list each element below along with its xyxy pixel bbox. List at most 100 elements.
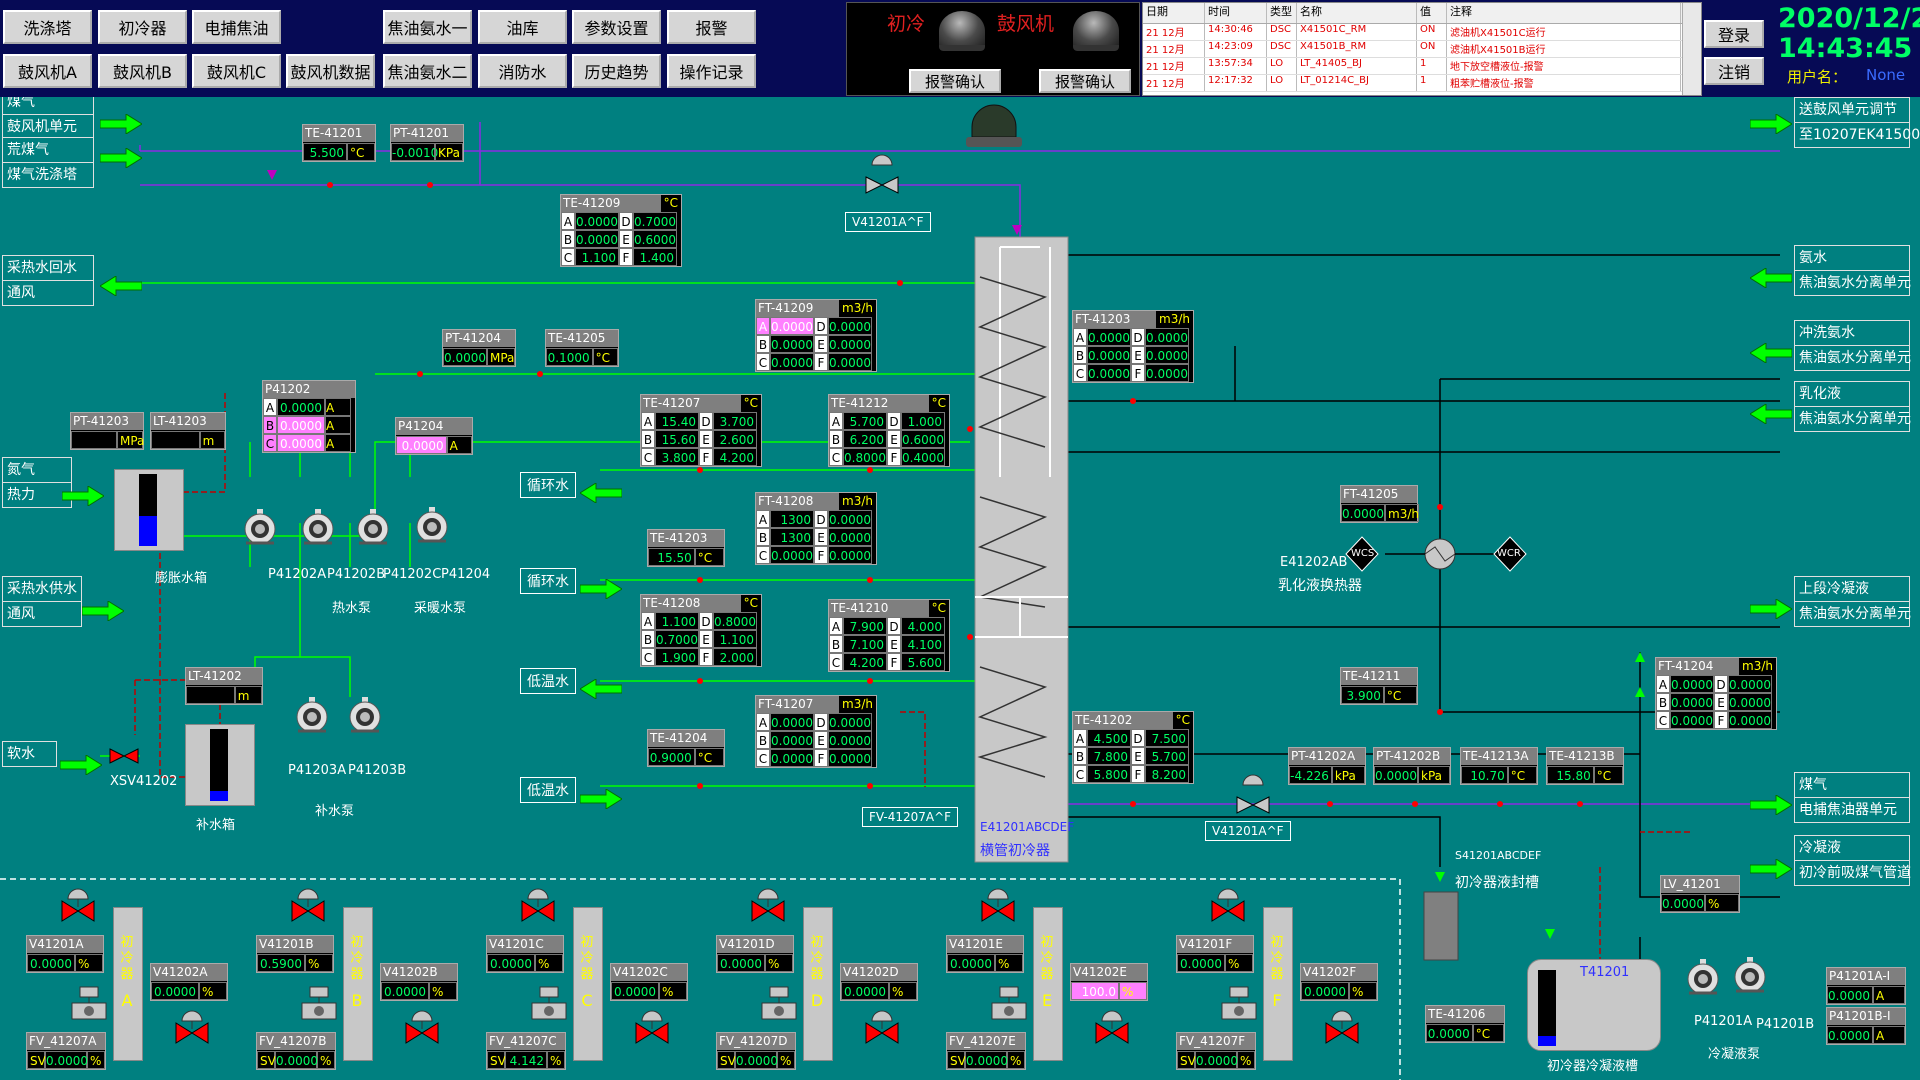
log-row[interactable]: 21 12月 13:57:34 LO LT_41405_BJ 1 地下放空槽液位-报警 [1143,58,1701,75]
log-row[interactable]: 21 12月 14:23:09 DSC X41501B_RM ON 滤油机X41501B运… [1143,41,1701,58]
tag-v41202b[interactable]: V41202B 0.0000% [380,963,458,1001]
grid-te41208[interactable]: TE-41208 °C A 1.100 D 0.8000 B 0.7000 E 1.100 C 1.9… [640,594,762,667]
valve-icon[interactable] [632,1009,672,1045]
valve-icon[interactable] [58,887,98,923]
control-valve-icon[interactable] [758,985,800,1023]
grid-ft41207[interactable]: FT-41207 m3/h A 0.0000 D 0.0000 B 0.0000 E 0.0000… [755,695,877,768]
tag-lv41201[interactable]: LV_41201 0.0000% [1660,875,1740,913]
nav-button-5[interactable]: 油库 [478,10,567,44]
valve-icon[interactable] [288,887,328,923]
grid-ft41203[interactable]: FT-41203 m3/h A 0.0000 D 0.0000 B 0.0000 E 0.0000… [1072,310,1194,383]
tag-lt41202[interactable]: LT-41202 m [185,667,263,705]
valve-icon[interactable] [978,887,1018,923]
valve-icon[interactable] [862,1009,902,1045]
valve-icon[interactable] [172,1009,212,1045]
tag-pt41202a[interactable]: PT-41202A -4.226 kPa [1288,747,1366,785]
tag-v41201d[interactable]: V41201D 0.0000% [716,935,794,973]
tag-v41202e[interactable]: V41202E 100.0% [1070,963,1148,1001]
valve-icon[interactable] [748,887,788,923]
tag-v41201f[interactable]: V41201F 0.0000% [1176,935,1254,973]
nav-button-row2-7[interactable]: 操作记录 [667,54,756,88]
valve-icon[interactable] [1322,1009,1362,1045]
control-valve-icon[interactable] [298,985,340,1023]
tag-p41201ai[interactable]: P41201A-I 0.0000 A [1826,967,1906,1005]
log-row[interactable]: 21 12月 12:17:32 LO LT_01214C_BJ 1 粗苯贮槽液位-报警 [1143,75,1701,92]
tag-te41213b[interactable]: TE-41213B 15.80 °C [1546,747,1624,785]
log-row[interactable]: 21 12月 14:30:46 DSC X41501C_RM ON 滤油机X41501C运… [1143,24,1701,41]
tag-pt41203[interactable]: PT-41203 MPa [70,412,144,450]
nav-button-row2-6[interactable]: 历史趋势 [572,54,661,88]
tag-v41202a[interactable]: V41202A 0.0000% [150,963,228,1001]
tag-ft41205[interactable]: FT-41205 0.0000 m3/h [1340,485,1419,523]
tag-v41202c[interactable]: V41202C 0.0000% [610,963,688,1001]
pump-icon[interactable] [300,507,336,547]
tag-te41201[interactable]: TE-41201 5.500 °C [302,124,376,162]
alarm-ack-button-2[interactable]: 报警确认 [1039,69,1131,93]
grid-p41202[interactable]: P41202 A 0.0000 A B 0.0000 A C 0.0000 A [262,380,356,453]
grid-ft41208[interactable]: FT-41208 m3/h A 1300 D 0.0000 B 1300 E 0.0000 C 0.0… [755,492,877,565]
tag-te41205[interactable]: TE-41205 0.1000 °C [545,329,619,367]
log-scrollbar[interactable] [1682,3,1701,95]
tag-fv_41207e[interactable]: FV_41207E SV 0.0000% [946,1032,1026,1070]
pump-icon[interactable] [1685,957,1721,997]
grid-te41210[interactable]: TE-41210 °C A 7.900 D 4.000 B 7.100 E 4.100 C 4.200… [828,599,950,672]
tag-pt41204[interactable]: PT-41204 0.0000 MPa [442,329,516,367]
nav-button-row2-5[interactable]: 消防水 [478,54,567,88]
valve-icon[interactable] [1092,1009,1132,1045]
tag-v41201a[interactable]: V41201A 0.0000% [26,935,104,973]
valve-icon[interactable] [402,1009,442,1045]
tag-te41206[interactable]: TE-41206 0.0000 °C [1425,1005,1505,1043]
pump-icon[interactable] [242,507,278,547]
tag-fv_41207b[interactable]: FV_41207B SV 0.0000% [256,1032,336,1070]
tag-p41204[interactable]: P41204 0.0000 A [395,417,473,455]
nav-button-1[interactable]: 初冷器 [98,10,187,44]
tag-v41201c[interactable]: V41201C 0.0000% [486,935,564,973]
pump-icon[interactable] [414,505,450,545]
grid-te41212[interactable]: TE-41212 °C A 5.700 D 1.000 B 6.200 E 0.6000 C 0.80… [828,394,950,467]
grid-te41209[interactable]: TE-41209 °C A 0.0000 D 0.7000 B 0.0000 E 0.6000 C 1… [560,194,682,267]
tag-v41201e[interactable]: V41201E 0.0000% [946,935,1024,973]
tag-v41201b[interactable]: V41201B 0.5900% [256,935,334,973]
login-button[interactable]: 登录 [1704,20,1764,48]
control-valve-icon[interactable] [68,985,110,1023]
nav-button-4[interactable]: 焦油氨水一 [383,10,472,44]
nav-button-row2-4[interactable]: 焦油氨水二 [383,54,472,88]
valve-icon[interactable] [518,887,558,923]
tag-te41213a[interactable]: TE-41213A 10.70 °C [1460,747,1538,785]
tag-v41202d[interactable]: V41202D 0.0000% [840,963,918,1001]
control-valve-icon[interactable] [988,985,1030,1023]
nav-button-row2-1[interactable]: 鼓风机B [98,54,187,88]
tag-fv_41207d[interactable]: FV_41207D SV 0.0000% [716,1032,796,1070]
grid-ft41209[interactable]: FT-41209 m3/h A 0.0000 D 0.0000 B 0.0000 E 0.0000… [755,299,877,372]
nav-button-2[interactable]: 电捕焦油 [192,10,281,44]
nav-button-row2-3[interactable]: 鼓风机数据 [286,54,375,88]
nav-button-row2-2[interactable]: 鼓风机C [192,54,281,88]
tag-pt41202b[interactable]: PT-41202B 0.0000 kPa [1373,747,1451,785]
valve-icon[interactable] [1208,887,1248,923]
nav-button-7[interactable]: 报警 [667,10,756,44]
pump-icon[interactable] [1732,955,1768,995]
tag-te41203[interactable]: TE-41203 15.50 °C [647,529,725,567]
alarm-ack-button-1[interactable]: 报警确认 [909,69,1001,93]
grid-ft41204[interactable]: FT-41204 m3/h A 0.0000 D 0.0000 B 0.0000 E 0.0000… [1655,657,1777,730]
tag-fv_41207a[interactable]: FV_41207A SV 0.0000% [26,1032,106,1070]
pump-icon[interactable] [294,695,330,735]
logout-button[interactable]: 注销 [1704,57,1764,85]
tag-pt41201[interactable]: PT-41201 -0.0010 KPa [390,124,464,162]
tag-v41202f[interactable]: V41202F 0.0000% [1300,963,1378,1001]
tag-lt41203[interactable]: LT-41203 m [150,412,226,450]
nav-button-6[interactable]: 参数设置 [572,10,661,44]
pump-icon[interactable] [355,507,391,547]
tag-p41201bi[interactable]: P41201B-I 0.0000 A [1826,1007,1906,1045]
tag-fv_41207c[interactable]: FV_41207C SV 4.142% [486,1032,566,1070]
nav-button-0[interactable]: 洗涤塔 [3,10,92,44]
tag-fv_41207f[interactable]: FV_41207F SV 0.0000% [1176,1032,1256,1070]
nav-button-row2-0[interactable]: 鼓风机A [3,54,92,88]
pump-icon[interactable] [347,695,383,735]
grid-te41207[interactable]: TE-41207 °C A 15.40 D 3.700 B 15.60 E 2.600 C 3.800… [640,394,762,467]
tag-te41204[interactable]: TE-41204 0.9000 °C [647,729,725,767]
tag-te41211[interactable]: TE-41211 3.900 °C [1340,667,1418,705]
grid-te41202[interactable]: TE-41202 °C A 4.500 D 7.500 B 7.800 E 5.700 C 5.800… [1072,711,1194,784]
control-valve-icon[interactable] [528,985,570,1023]
control-valve-icon[interactable] [1218,985,1260,1023]
